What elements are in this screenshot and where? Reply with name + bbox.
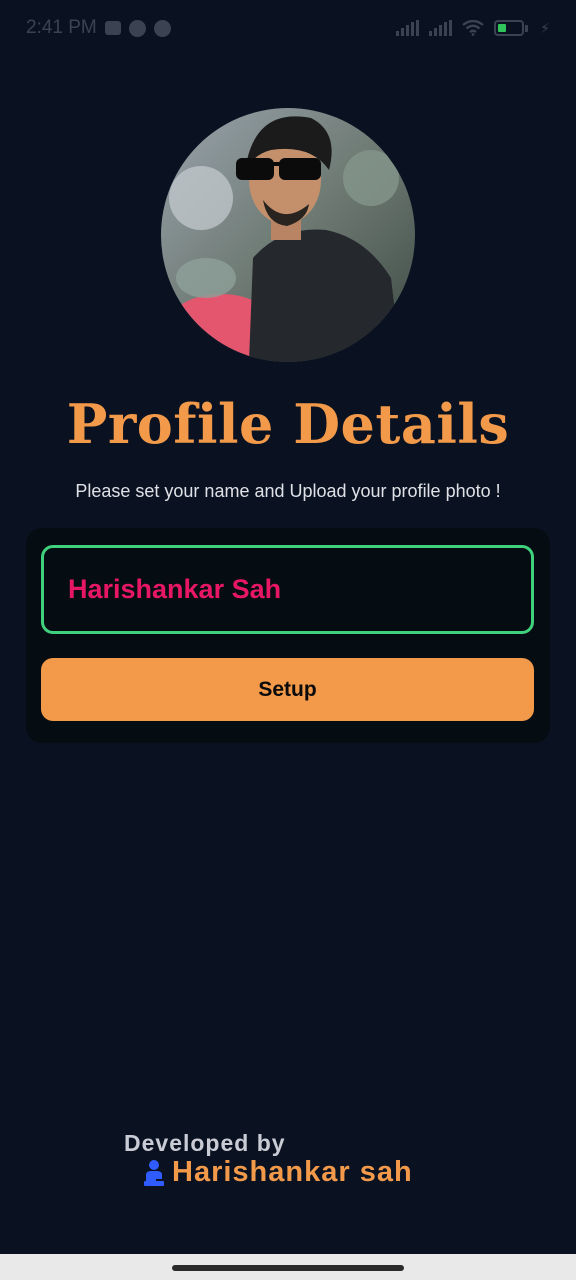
signal-icon	[396, 20, 420, 36]
status-bar: 2:41 PM ⚡	[0, 0, 576, 56]
developed-by-label: Developed by	[124, 1130, 286, 1156]
app-icon	[128, 19, 146, 37]
status-time: 2:41 PM	[26, 17, 97, 38]
app-icon	[153, 19, 171, 37]
home-gesture-handle[interactable]	[172, 1265, 404, 1271]
message-icon	[104, 21, 121, 35]
setup-button[interactable]: Setup	[41, 658, 534, 721]
page-subtitle: Please set your name and Upload your pro…	[75, 481, 501, 501]
status-left: 2:41 PM	[26, 17, 171, 39]
signal-icon	[429, 20, 453, 36]
person-icon	[144, 1159, 164, 1186]
charging-icon: ⚡	[540, 19, 550, 36]
name-input[interactable]	[41, 545, 534, 634]
battery-icon	[494, 20, 529, 36]
page-title: Profile Details	[66, 392, 510, 456]
profile-photo[interactable]	[161, 108, 415, 362]
avatar	[161, 108, 415, 362]
status-right: ⚡	[396, 20, 550, 37]
developer-credit: Harishankar sah	[142, 1156, 413, 1189]
wifi-icon	[462, 20, 484, 36]
developer-name: Harishankar sah	[172, 1156, 413, 1188]
